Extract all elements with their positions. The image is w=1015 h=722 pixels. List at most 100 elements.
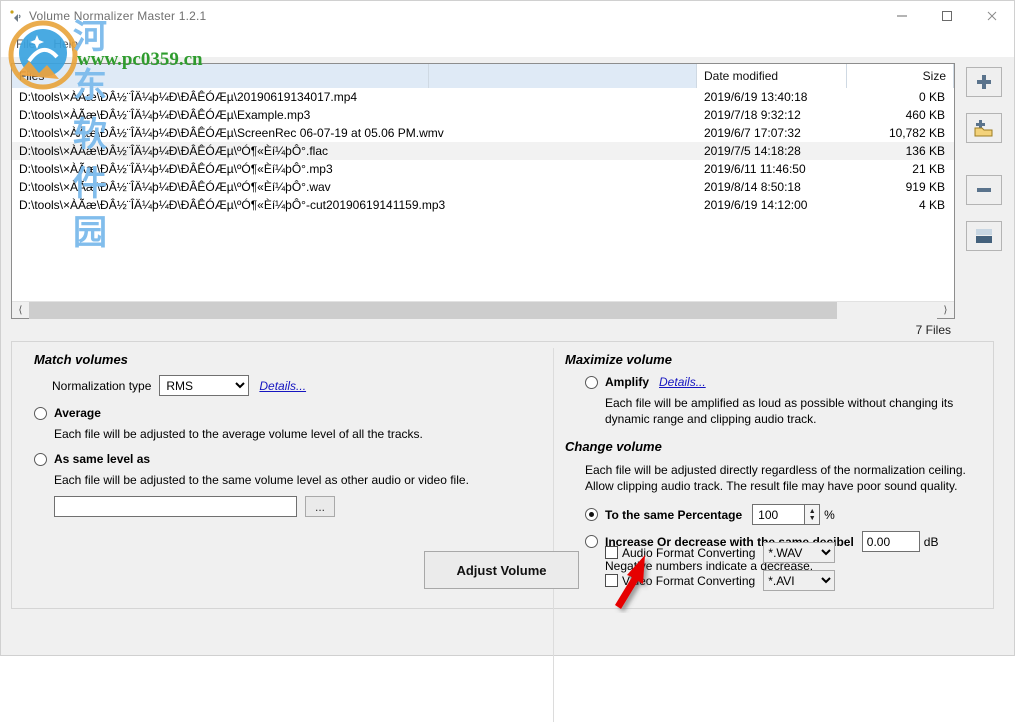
file-toolbar <box>963 63 1004 319</box>
cell-size: 10,782 KB <box>847 126 954 140</box>
action-bar: Adjust Volume Audio Format Converting *.… <box>12 530 993 598</box>
main-content: Files Date modified Size D:\tools\×ÀÃæ\Ð… <box>1 57 1014 655</box>
cell-size: 136 KB <box>847 144 954 158</box>
file-count-status: 7 Files <box>11 319 955 337</box>
adjust-volume-button[interactable]: Adjust Volume <box>424 551 579 589</box>
column-header-files[interactable]: Files <box>12 64 429 88</box>
normalization-type-label: Normalization type <box>52 379 151 393</box>
amplify-details-link[interactable]: Details... <box>659 375 706 389</box>
cell-size: 21 KB <box>847 162 954 176</box>
match-volumes-heading: Match volumes <box>34 352 557 367</box>
options-panel: Match volumes Normalization type RMS Det… <box>11 341 994 609</box>
cell-file-path: D:\tools\×ÀÃæ\ÐÂ½¨ÎÄ¼þ¼Ð\ÐÂÊÓÆµ\Example.… <box>12 108 697 122</box>
average-description: Each file will be adjusted to the averag… <box>54 426 524 442</box>
cell-date-modified: 2019/6/11 11:46:50 <box>697 162 847 176</box>
folder-plus-icon <box>973 118 995 138</box>
file-list-header: Files Date modified Size <box>12 64 954 88</box>
table-row[interactable]: D:\tools\×ÀÃæ\ÐÂ½¨ÎÄ¼þ¼Ð\ÐÂÊÓÆµ\ºÓ¶«Èí¼þ… <box>12 142 954 160</box>
file-list-rows: D:\tools\×ÀÃæ\ÐÂ½¨ÎÄ¼þ¼Ð\ÐÂÊÓÆµ\20190619… <box>12 88 954 301</box>
percentage-stepper[interactable]: 100 ▲ ▼ % <box>752 504 835 525</box>
cell-date-modified: 2019/7/5 14:18:28 <box>697 144 847 158</box>
title-bar: Volume Normalizer Master 1.2.1 <box>1 1 1014 31</box>
clear-list-button[interactable] <box>966 221 1002 251</box>
plus-icon <box>974 72 994 92</box>
scrollbar-thumb[interactable] <box>29 302 837 319</box>
column-header-date-modified[interactable]: Date modified <box>697 64 847 88</box>
percentage-unit: % <box>824 508 835 522</box>
add-folder-button[interactable] <box>966 113 1002 143</box>
cell-file-path: D:\tools\×ÀÃæ\ÐÂ½¨ÎÄ¼þ¼Ð\ÐÂÊÓÆµ\ºÓ¶«Èí¼þ… <box>12 198 697 212</box>
amplify-description: Each file will be amplified as loud as p… <box>605 395 987 427</box>
cell-size: 4 KB <box>847 198 954 212</box>
file-list[interactable]: Files Date modified Size D:\tools\×ÀÃæ\Ð… <box>11 63 955 319</box>
cell-size: 460 KB <box>847 108 954 122</box>
window-title: Volume Normalizer Master 1.2.1 <box>29 9 206 23</box>
percentage-value[interactable]: 100 <box>752 504 804 525</box>
table-row[interactable]: D:\tools\×ÀÃæ\ÐÂ½¨ÎÄ¼þ¼Ð\ÐÂÊÓÆµ\Example.… <box>12 106 954 124</box>
app-icon <box>7 7 25 25</box>
audio-format-checkbox[interactable] <box>605 546 618 559</box>
cell-date-modified: 2019/6/7 17:07:32 <box>697 126 847 140</box>
audio-format-select[interactable]: *.WAV <box>763 542 835 563</box>
window-controls <box>879 1 1014 31</box>
table-row[interactable]: D:\tools\×ÀÃæ\ÐÂ½¨ÎÄ¼þ¼Ð\ÐÂÊÓÆµ\ºÓ¶«Èí¼þ… <box>12 178 954 196</box>
cell-size: 919 KB <box>847 180 954 194</box>
as-same-level-label: As same level as <box>54 452 150 466</box>
column-header-size[interactable]: Size <box>847 64 954 88</box>
amplify-label: Amplify <box>605 375 649 389</box>
change-volume-heading: Change volume <box>565 439 987 454</box>
scrollbar-track[interactable] <box>29 302 937 319</box>
file-list-zone: Files Date modified Size D:\tools\×ÀÃæ\Ð… <box>11 63 1004 319</box>
audio-format-row: Audio Format Converting *.WAV <box>605 542 835 563</box>
normalization-type-select[interactable]: RMS <box>159 375 249 396</box>
cell-size: 0 KB <box>847 90 954 104</box>
spin-down-icon[interactable]: ▼ <box>809 515 816 522</box>
spin-up-icon[interactable]: ▲ <box>809 508 816 515</box>
horizontal-scrollbar[interactable]: ⟨ ⟩ <box>12 301 954 318</box>
video-format-row: Video Format Converting *.AVI <box>605 570 835 591</box>
menu-item-file[interactable]: File <box>7 34 44 54</box>
add-file-button[interactable] <box>966 67 1002 97</box>
table-row[interactable]: D:\tools\×ÀÃæ\ÐÂ½¨ÎÄ¼þ¼Ð\ÐÂÊÓÆµ\ºÓ¶«Èí¼þ… <box>12 160 954 178</box>
format-converting-options: Audio Format Converting *.WAV Video Form… <box>605 542 835 598</box>
cell-date-modified: 2019/8/14 8:50:18 <box>697 180 847 194</box>
table-row[interactable]: D:\tools\×ÀÃæ\ÐÂ½¨ÎÄ¼þ¼Ð\ÐÂÊÓÆµ\ScreenRe… <box>12 124 954 142</box>
table-row[interactable]: D:\tools\×ÀÃæ\ÐÂ½¨ÎÄ¼þ¼Ð\ÐÂÊÓÆµ\20190619… <box>12 88 954 106</box>
cell-date-modified: 2019/7/18 9:32:12 <box>697 108 847 122</box>
video-format-label: Video Format Converting <box>622 574 755 588</box>
cell-file-path: D:\tools\×ÀÃæ\ÐÂ½¨ÎÄ¼þ¼Ð\ÐÂÊÓÆµ\ºÓ¶«Èí¼þ… <box>12 144 697 158</box>
table-row[interactable]: D:\tools\×ÀÃæ\ÐÂ½¨ÎÄ¼þ¼Ð\ÐÂÊÓÆµ\ºÓ¶«Èí¼þ… <box>12 196 954 214</box>
amplify-radio[interactable] <box>585 376 598 389</box>
percentage-radio[interactable] <box>585 508 598 521</box>
cell-file-path: D:\tools\×ÀÃæ\ÐÂ½¨ÎÄ¼þ¼Ð\ÐÂÊÓÆµ\20190619… <box>12 90 697 104</box>
cell-date-modified: 2019/6/19 14:12:00 <box>697 198 847 212</box>
close-button[interactable] <box>969 1 1014 31</box>
percentage-label: To the same Percentage <box>605 508 742 522</box>
cell-file-path: D:\tools\×ÀÃæ\ÐÂ½¨ÎÄ¼þ¼Ð\ÐÂÊÓÆµ\ºÓ¶«Èí¼þ… <box>12 162 697 176</box>
normalization-details-link[interactable]: Details... <box>259 379 306 393</box>
application-window: Volume Normalizer Master 1.2.1 File Help… <box>0 0 1015 656</box>
minimize-button[interactable] <box>879 1 924 31</box>
remove-file-button[interactable] <box>966 175 1002 205</box>
clear-list-icon <box>974 227 994 245</box>
browse-reference-file-button[interactable]: ... <box>305 496 335 517</box>
percentage-spin-buttons[interactable]: ▲ ▼ <box>804 504 820 525</box>
change-volume-description: Each file will be adjusted directly rega… <box>585 462 987 494</box>
menu-item-help[interactable]: Help <box>44 34 87 54</box>
cell-file-path: D:\tools\×ÀÃæ\ÐÂ½¨ÎÄ¼þ¼Ð\ÐÂÊÓÆµ\ScreenRe… <box>12 126 697 140</box>
video-format-select[interactable]: *.AVI <box>763 570 835 591</box>
menu-bar: File Help <box>1 31 1014 57</box>
minus-icon <box>974 180 994 200</box>
scroll-right-icon[interactable]: ⟩ <box>937 302 954 319</box>
column-header-blank[interactable] <box>429 64 697 88</box>
cell-date-modified: 2019/6/19 13:40:18 <box>697 90 847 104</box>
average-label: Average <box>54 406 101 420</box>
as-same-level-radio[interactable] <box>34 453 47 466</box>
maximize-button[interactable] <box>924 1 969 31</box>
video-format-checkbox[interactable] <box>605 574 618 587</box>
scroll-left-icon[interactable]: ⟨ <box>12 302 29 319</box>
average-radio[interactable] <box>34 407 47 420</box>
reference-file-input[interactable] <box>54 496 297 517</box>
as-same-level-description: Each file will be adjusted to the same v… <box>54 472 524 488</box>
cell-file-path: D:\tools\×ÀÃæ\ÐÂ½¨ÎÄ¼þ¼Ð\ÐÂÊÓÆµ\ºÓ¶«Èí¼þ… <box>12 180 697 194</box>
